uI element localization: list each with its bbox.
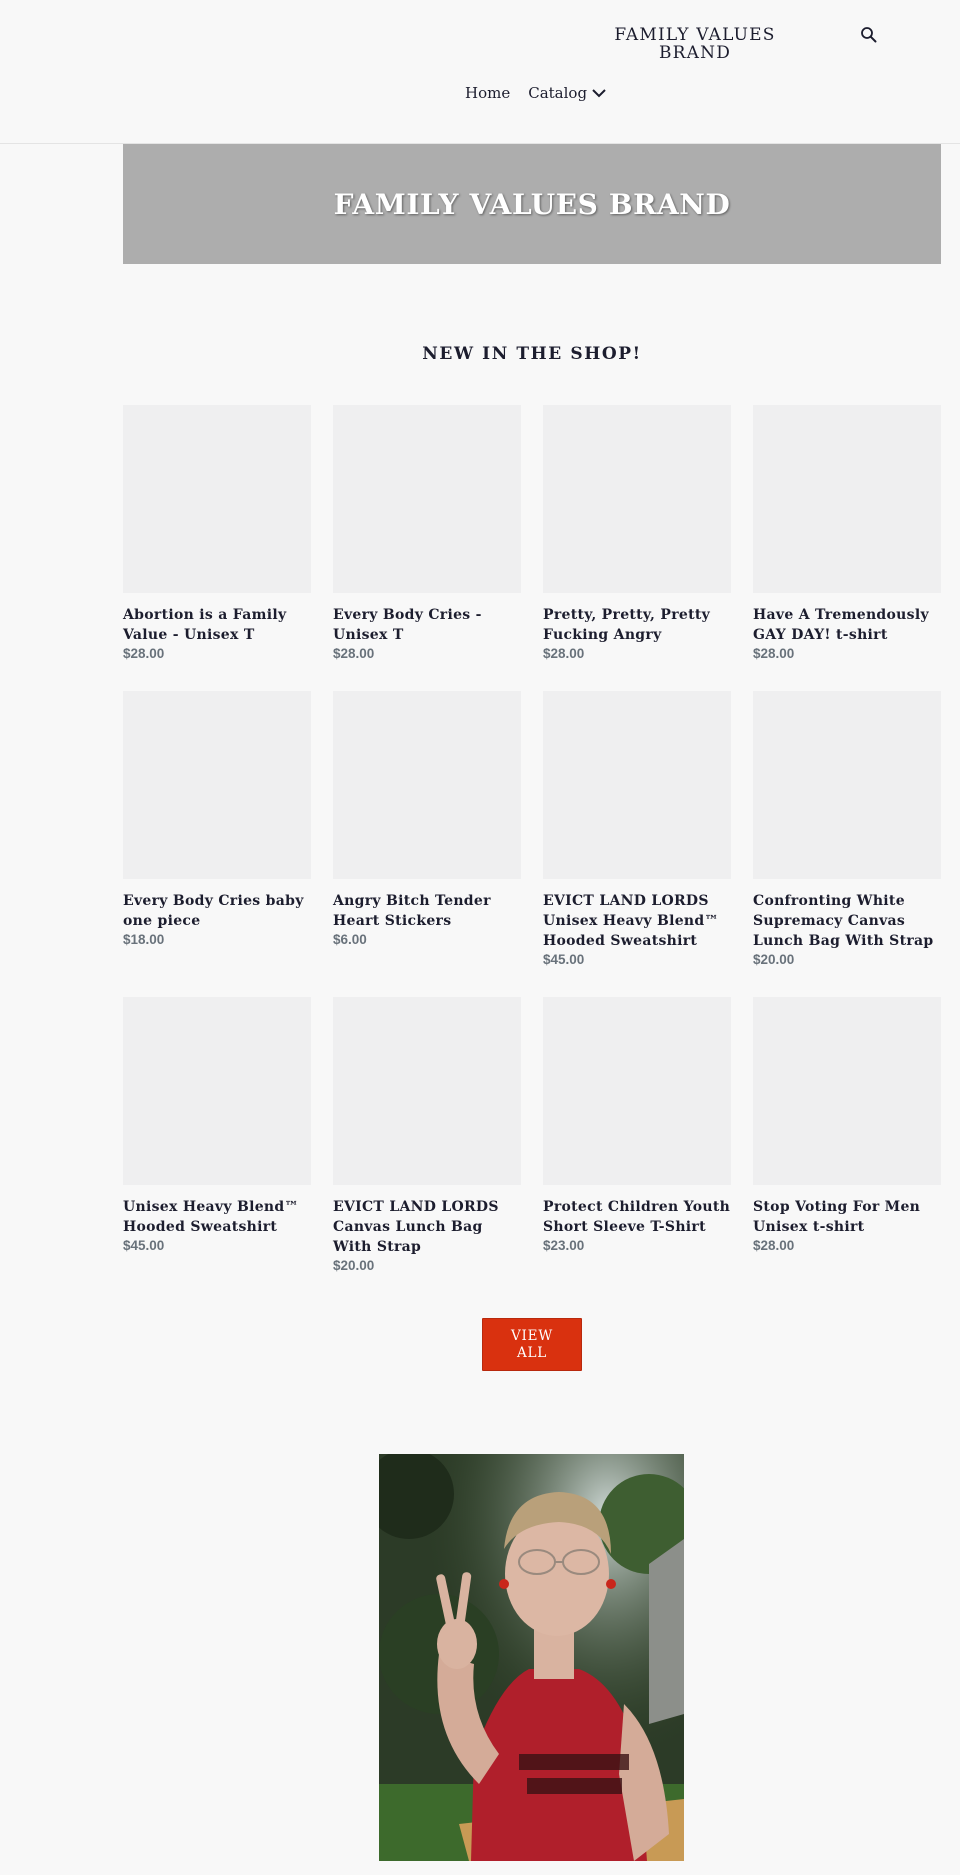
product-price: $28.00 [753,646,795,661]
product-title: EVICT LAND LORDS Unisex Heavy Blend™ Hoo… [543,893,719,949]
product-price: $20.00 [753,952,795,967]
product-image-placeholder [123,997,311,1185]
product-card[interactable]: Every Body Cries baby one piece $18.00 [123,691,311,947]
product-title: Pretty, Pretty, Pretty Fucking Angry [543,607,711,643]
product-title: Confronting White Supremacy Canvas Lunch… [753,893,934,949]
featured-photo [379,1454,684,1861]
product-card[interactable]: Protect Children Youth Short Sleeve T-Sh… [543,997,731,1253]
product-card[interactable]: Angry Bitch Tender Heart Stickers $6.00 [333,691,521,947]
nav-catalog-label: Catalog [528,84,588,102]
product-title: EVICT LAND LORDS Canvas Lunch Bag With S… [333,1199,499,1255]
product-title: Protect Children Youth Short Sleeve T-Sh… [543,1199,731,1235]
product-image-placeholder [753,691,941,879]
product-card[interactable]: Abortion is a Family Value - Unisex T $2… [123,405,311,661]
product-card[interactable]: Have A Tremendously GAY DAY! t-shirt $28… [753,405,941,661]
product-price: $23.00 [543,1238,585,1253]
product-price: $28.00 [753,1238,795,1253]
view-all-line-2: ALL [516,1344,548,1361]
nav-home[interactable]: Home [465,84,510,102]
search-icon [861,27,877,43]
site-logo[interactable]: FAMILY VALUES BRAND [600,26,790,62]
hero-title: FAMILY VALUES BRAND [333,187,731,221]
product-price: $45.00 [543,952,585,967]
product-card[interactable]: Confronting White Supremacy Canvas Lunch… [753,691,941,967]
product-title: Stop Voting For Men Unisex t-shirt [753,1199,921,1235]
product-image-placeholder [753,997,941,1185]
product-image-placeholder [543,691,731,879]
chevron-down-icon [592,89,606,98]
logo-line-2: BRAND [658,43,732,63]
view-all-line-1: VIEW [510,1327,553,1344]
product-title: Have A Tremendously GAY DAY! t-shirt [753,607,929,643]
product-card[interactable]: Stop Voting For Men Unisex t-shirt $28.0… [753,997,941,1253]
featured-collection-title: NEW IN THE SHOP! [422,344,642,364]
nav-catalog[interactable]: Catalog [528,84,607,102]
product-card[interactable]: EVICT LAND LORDS Unisex Heavy Blend™ Hoo… [543,691,731,967]
product-title: Every Body Cries - Unisex T [333,607,482,643]
product-image-placeholder [543,997,731,1185]
product-image-placeholder [543,405,731,593]
product-image-placeholder [333,997,521,1185]
product-price: $6.00 [333,932,367,947]
logo-line-1: FAMILY VALUES [614,25,776,45]
search-button[interactable] [860,26,880,46]
product-price: $45.00 [123,1238,165,1253]
product-card[interactable]: Every Body Cries - Unisex T $28.00 [333,405,521,661]
product-image-placeholder [753,405,941,593]
product-image-placeholder [333,405,521,593]
view-all-button[interactable]: VIEW ALL [482,1318,582,1371]
product-price: $28.00 [333,646,375,661]
product-title: Every Body Cries baby one piece [123,893,304,929]
product-image-placeholder [333,691,521,879]
product-title: Angry Bitch Tender Heart Stickers [333,893,491,929]
product-price: $20.00 [333,1258,375,1273]
product-card[interactable]: Unisex Heavy Blend™ Hooded Sweatshirt $4… [123,997,311,1253]
hero-banner: FAMILY VALUES BRAND [123,144,941,264]
product-image-placeholder [123,405,311,593]
product-price: $28.00 [543,646,585,661]
site-header: FAMILY VALUES BRAND Home Catalog [0,0,960,144]
product-price: $28.00 [123,646,165,661]
product-title: Unisex Heavy Blend™ Hooded Sweatshirt [123,1199,299,1235]
product-card[interactable]: Pretty, Pretty, Pretty Fucking Angry $28… [543,405,731,661]
product-image-placeholder [123,691,311,879]
product-card[interactable]: EVICT LAND LORDS Canvas Lunch Bag With S… [333,997,521,1273]
product-price: $18.00 [123,932,165,947]
product-title: Abortion is a Family Value - Unisex T [123,607,287,643]
